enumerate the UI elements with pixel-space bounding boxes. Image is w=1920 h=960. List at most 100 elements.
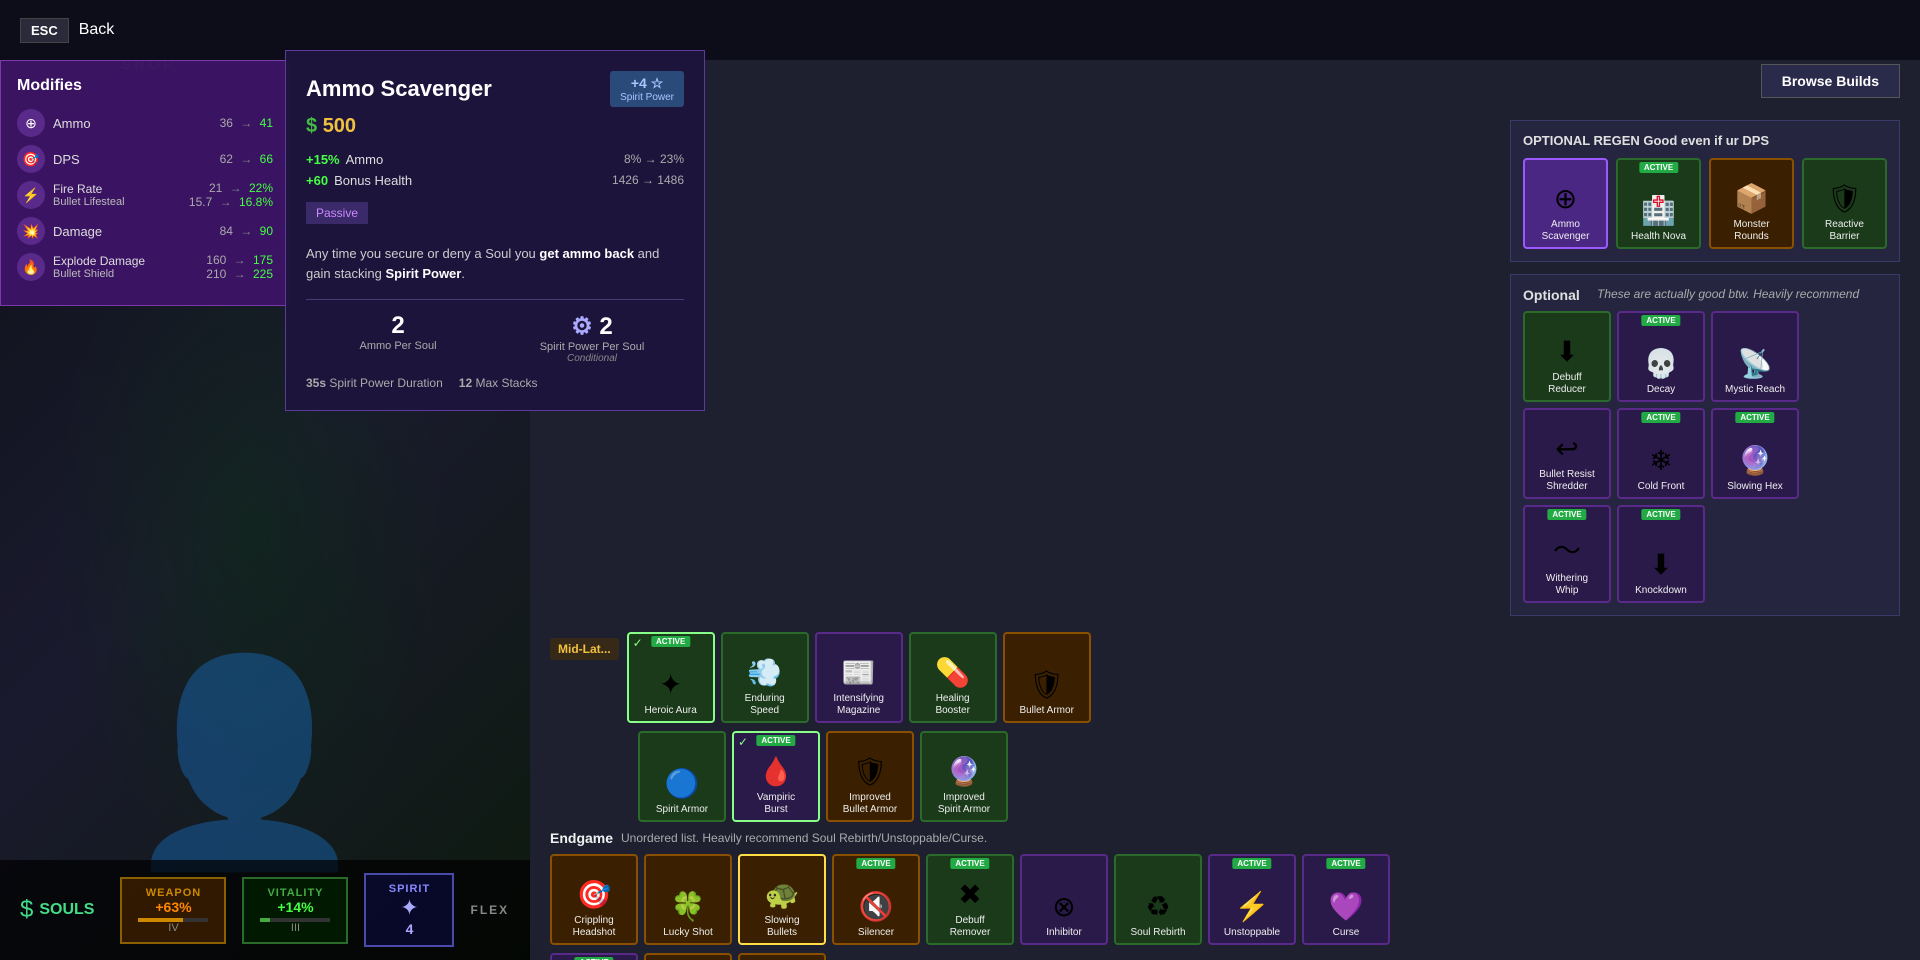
item-mystic-reach[interactable]: 📡 Mystic Reach xyxy=(1711,311,1799,402)
mod-damage-icon: 💥 xyxy=(17,217,45,245)
item-slowing-bullets[interactable]: 🐢 SlowingBullets xyxy=(738,854,826,945)
decay-active-badge: ACTIVE xyxy=(1641,315,1680,326)
stat-health-name: Bonus Health xyxy=(334,173,412,188)
endgame-note: Unordered list. Heavily recommend Soul R… xyxy=(621,831,987,845)
optional-regen-title: OPTIONAL REGEN Good even if ur DPS xyxy=(1523,133,1887,148)
mod-dps-values: 62 → 66 xyxy=(220,152,273,166)
bullet-resist-shredder-icon: ↩ xyxy=(1555,432,1578,465)
vampiric-burst-active-badge: ACTIVE xyxy=(756,735,795,746)
item-slowing-hex[interactable]: ACTIVE 🔮 Slowing Hex xyxy=(1711,408,1799,499)
flex-label: FLEX xyxy=(470,903,509,917)
item-unstoppable[interactable]: ACTIVE ⚡ Unstoppable xyxy=(1208,854,1296,945)
tooltip-cost: $ 500 xyxy=(306,115,684,138)
stat-ammo-range: 8% → 23% xyxy=(498,152,684,167)
spirit-power-cond: Conditional xyxy=(500,353,684,364)
item-monster-rounds[interactable]: 📦 MonsterRounds xyxy=(1709,158,1794,249)
item-health-nova[interactable]: ACTIVE 🏥 Health Nova xyxy=(1616,158,1701,249)
item-crippling-headshot[interactable]: 🎯 CripplingHeadshot xyxy=(550,854,638,945)
decay-icon: 💀 xyxy=(1644,347,1679,380)
item-bullet-resist-shredder[interactable]: ↩ Bullet ResistShredder xyxy=(1523,408,1611,499)
tooltip-stats: +15% Ammo 8% → 23% +60 Bonus Health 1426… xyxy=(306,152,684,188)
spirit-armor-icon: 🔵 xyxy=(665,767,700,800)
vitality-stat-block: VITALITY +14% III xyxy=(242,877,348,944)
knockdown-icon: ⬇ xyxy=(1649,548,1672,581)
back-button[interactable]: Back xyxy=(79,21,115,39)
spirit-power-value: ⚙ 2 xyxy=(500,312,684,341)
cost-icon: $ xyxy=(306,115,317,137)
item-debuff-remover[interactable]: ACTIVE ✖ DebuffRemover xyxy=(926,854,1014,945)
bullet-armor-icon: 🛡 xyxy=(1029,668,1065,701)
main-content: ⚡ U... 🔫 Weapon ❤ Vitality ★ Spirit ✕ Br… xyxy=(530,0,1920,960)
tooltip-desc-bold2: Spirit Power xyxy=(386,266,462,281)
modifies-panel: Modifies ⊕ Ammo 36 → 41 🎯 DPS 62 → 66 ⚡ … xyxy=(0,60,290,306)
item-debuff-reducer[interactable]: ⬇ DebuffReducer xyxy=(1523,311,1611,402)
item-healing-booster[interactable]: 💊 HealingBooster xyxy=(909,632,997,723)
heroic-aura-checkmark: ✓ xyxy=(633,636,643,650)
reactive-barrier-name: ReactiveBarrier xyxy=(1825,219,1864,243)
item-titanic-magazine[interactable]: 📰 TitanicMagazine xyxy=(738,953,826,960)
tooltip-badge: +4 ☆ Spirit Power xyxy=(610,71,684,107)
unstoppable-name: Unstoppable xyxy=(1224,927,1280,939)
health-nova-active-badge: ACTIVE xyxy=(1639,162,1678,173)
item-lucky-shot[interactable]: 🍀 Lucky Shot xyxy=(644,854,732,945)
intensifying-magazine-icon: 📰 xyxy=(841,656,876,689)
mod-explode-icon: 🔥 xyxy=(17,253,45,281)
reactive-barrier-icon: 🛡 xyxy=(1827,182,1863,215)
endgame-items: 🎯 CripplingHeadshot 🍀 Lucky Shot 🐢 Slowi… xyxy=(550,854,1900,945)
withering-whip-name: WitheringWhip xyxy=(1546,573,1588,597)
item-improved-bullet-armor[interactable]: 🛡 ImprovedBullet Armor xyxy=(826,731,914,822)
inhibitor-name: Inhibitor xyxy=(1046,927,1082,939)
item-knockdown[interactable]: ACTIVE ⬇ Knockdown xyxy=(1617,505,1705,603)
mod-row-ammo: ⊕ Ammo 36 → 41 xyxy=(17,109,273,137)
item-withering-whip[interactable]: ACTIVE 〜 WitheringWhip xyxy=(1523,505,1611,603)
silencer-icon: 🔇 xyxy=(859,890,894,923)
healing-booster-name: HealingBooster xyxy=(935,693,969,717)
optional-regen-panel: OPTIONAL REGEN Good even if ur DPS ⊕ Amm… xyxy=(1510,120,1900,262)
item-decay[interactable]: ACTIVE 💀 Decay xyxy=(1617,311,1705,402)
item-improved-spirit-armor[interactable]: 🔮 ImprovedSpirit Armor xyxy=(920,731,1008,822)
soul-rebirth-name: Soul Rebirth xyxy=(1130,927,1185,939)
vitality-roman: III xyxy=(291,922,300,934)
esc-button[interactable]: ESC xyxy=(20,18,69,43)
debuff-remover-icon: ✖ xyxy=(958,878,981,911)
curse-active-badge: ACTIVE xyxy=(1326,858,1365,869)
improved-spirit-armor-name: ImprovedSpirit Armor xyxy=(938,792,990,816)
lucky-shot-name: Lucky Shot xyxy=(663,927,712,939)
mod-damage-values: 84 → 90 xyxy=(220,224,273,238)
item-inhibitor[interactable]: ⊗ Inhibitor xyxy=(1020,854,1108,945)
vitality-label: VITALITY xyxy=(267,887,323,899)
item-curse[interactable]: ACTIVE 💜 Curse xyxy=(1302,854,1390,945)
item-vampiric-burst[interactable]: ✓ ACTIVE 🩸 VampiricBurst xyxy=(732,731,820,822)
top-section: OPTIONAL REGEN Good even if ur DPS ⊕ Amm… xyxy=(550,120,1900,616)
item-point-blank[interactable]: 🎯 Point Blank xyxy=(644,953,732,960)
endgame-section: Endgame Unordered list. Heavily recommen… xyxy=(550,830,1900,945)
item-heroic-aura[interactable]: ✓ ACTIVE ✦ Heroic Aura xyxy=(627,632,715,723)
item-soul-rebirth[interactable]: ♻ Soul Rebirth xyxy=(1114,854,1202,945)
item-silencer[interactable]: ACTIVE 🔇 Silencer xyxy=(832,854,920,945)
soul-rebirth-icon: ♻ xyxy=(1145,890,1170,923)
item-intensifying-magazine[interactable]: 📰 IntensifyingMagazine xyxy=(815,632,903,723)
item-enduring-speed[interactable]: 💨 EnduringSpeed xyxy=(721,632,809,723)
item-spirit-armor[interactable]: 🔵 Spirit Armor xyxy=(638,731,726,822)
slowing-bullets-icon: 🐢 xyxy=(765,878,800,911)
tooltip-bottom-stats: 2 Ammo Per Soul ⚙ 2 Spirit Power Per Sou… xyxy=(306,299,684,364)
endgame-row2: ACTIVE 🔷 Echo Shard 🎯 Point Blank 📰 Tita… xyxy=(550,953,1900,960)
item-bullet-armor[interactable]: 🛡 Bullet Armor xyxy=(1003,632,1091,723)
mid-late-items2: 🔵 Spirit Armor ✓ ACTIVE 🩸 VampiricBurst … xyxy=(638,731,1008,822)
slowing-hex-name: Slowing Hex xyxy=(1727,481,1783,493)
ammo-scavenger-tooltip: Ammo Scavenger +4 ☆ Spirit Power $ 500 +… xyxy=(285,50,705,411)
mystic-reach-icon: 📡 xyxy=(1738,347,1773,380)
vampiric-burst-checkmark: ✓ xyxy=(738,735,748,749)
item-echo-shard[interactable]: ACTIVE 🔷 Echo Shard xyxy=(550,953,638,960)
heroic-aura-active-badge: ACTIVE xyxy=(651,636,690,647)
decay-name: Decay xyxy=(1647,384,1675,396)
cold-front-icon: ❄ xyxy=(1649,444,1672,477)
spirit-star: ✦ xyxy=(400,895,418,921)
item-ammo-scavenger[interactable]: ⊕ AmmoScavenger xyxy=(1523,158,1608,249)
spirit-power-per-soul-stat: ⚙ 2 Spirit Power Per Soul Conditional xyxy=(500,312,684,364)
item-reactive-barrier[interactable]: 🛡 ReactiveBarrier xyxy=(1802,158,1887,249)
browse-builds-button[interactable]: Browse Builds xyxy=(1761,64,1900,98)
max-stacks-value: 12 xyxy=(459,376,472,390)
item-cold-front[interactable]: ACTIVE ❄ Cold Front xyxy=(1617,408,1705,499)
spirit-stat-block: SPIRIT ✦ 4 xyxy=(364,873,454,947)
